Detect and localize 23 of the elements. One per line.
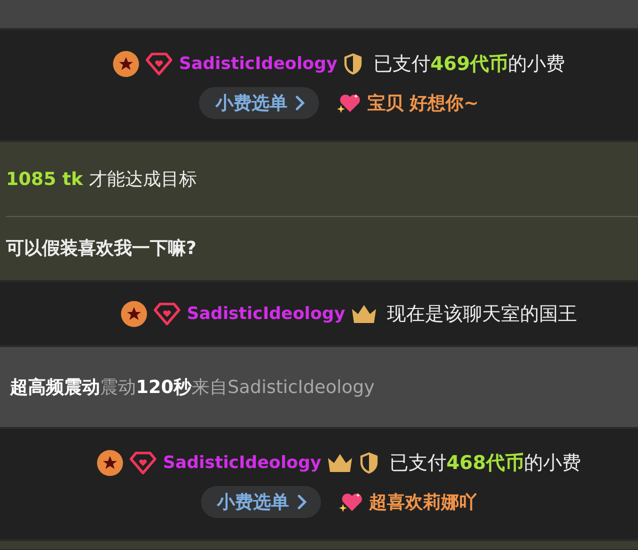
tip-note: 宝贝 好想你~	[367, 92, 479, 115]
goal-text: 1085 tk 才能达成目标	[6, 168, 198, 192]
tip-menu-button[interactable]: 小费选单	[199, 87, 320, 119]
username[interactable]: SadisticIdeology	[163, 453, 322, 473]
chevron-right-icon	[295, 95, 306, 111]
diamond-heart-icon	[145, 52, 173, 76]
diamond-heart-icon	[152, 302, 181, 326]
diamond-heart-icon	[129, 451, 157, 475]
message-text: 已支付469代币的小费	[373, 52, 565, 77]
message-text: 现在是该聊天室的国王	[387, 302, 578, 326]
tip-note: 超喜欢莉娜吖	[369, 491, 477, 514]
message-text: 已支付468代币的小费	[389, 451, 581, 476]
sparkling-heart-icon	[337, 92, 362, 114]
sparkling-heart-icon	[339, 491, 363, 513]
username[interactable]: SadisticIdeology	[186, 304, 346, 324]
star-avatar-icon	[97, 450, 123, 476]
username[interactable]: SadisticIdeology	[179, 54, 338, 74]
chevron-right-icon	[297, 494, 307, 510]
vibration-message: 超高频震动震动120秒来自SadisticIdeology	[10, 376, 375, 399]
star-avatar-icon	[113, 51, 139, 77]
tip-menu-button[interactable]: 小费选单	[201, 486, 321, 518]
star-avatar-icon	[120, 300, 147, 326]
goal-subject: 可以假装喜欢我一下嘛?	[6, 237, 198, 261]
